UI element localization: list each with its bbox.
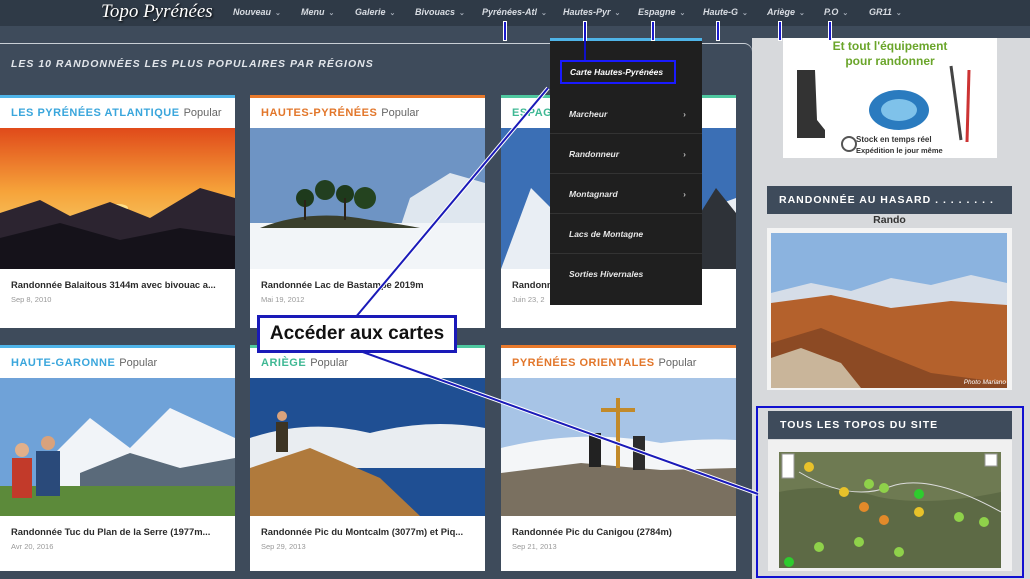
annotation-highlight-box bbox=[756, 406, 1024, 578]
card-region-label[interactable]: LES PYRÉNÉES ATLANTIQUE bbox=[11, 107, 180, 119]
top-navigation-bar: Topo Pyrénées Nouveau ⌄ Menu ⌄ Galerie ⌄ Bi… bbox=[0, 0, 1030, 26]
annotation-marker bbox=[778, 21, 782, 41]
card-header: HAUTES-PYRÉNÉES Popular bbox=[250, 98, 485, 128]
region-card-hautes-pyrenees[interactable]: HAUTES-PYRÉNÉES Popular Randonnée Lac de … bbox=[250, 95, 485, 328]
random-hike-widget: Photo Mariano bbox=[767, 228, 1012, 390]
dropdown-item-carte-hautes-pyrenees[interactable]: Carte Hautes-Pyrénées bbox=[560, 60, 676, 84]
nav-item-menu[interactable]: Menu ⌄ bbox=[301, 7, 334, 17]
lake-trees-photo bbox=[250, 128, 485, 269]
card-region-label[interactable]: PYRÉNÉES ORIENTALES bbox=[512, 357, 655, 369]
dropdown-item-sorties-hivernales[interactable]: Sorties Hivernales bbox=[550, 254, 702, 294]
card-region-label[interactable]: HAUTES-PYRÉNÉES bbox=[261, 107, 377, 119]
chevron-right-icon: › bbox=[683, 108, 686, 119]
sunset-mountain-photo bbox=[0, 128, 235, 269]
card-thumbnail[interactable] bbox=[250, 128, 485, 269]
chevron-down-icon: ⌄ bbox=[389, 10, 396, 17]
section-title: LES 10 RANDONNÉES LES PLUS POPULAIRES PA… bbox=[11, 58, 374, 70]
canigou-cross-photo bbox=[501, 378, 736, 516]
annotation-marker bbox=[503, 21, 507, 41]
summit-cloud-sea-photo bbox=[250, 378, 485, 516]
popular-label: Popular bbox=[658, 357, 697, 369]
annotation-marker bbox=[716, 21, 720, 41]
card-thumbnail[interactable] bbox=[0, 378, 235, 516]
site-logo[interactable]: Topo Pyrénées bbox=[101, 1, 213, 23]
panorama-photo[interactable] bbox=[771, 233, 1007, 388]
dropdown-item-marcheur[interactable]: Marcheur › bbox=[550, 94, 702, 134]
popular-label: Popular bbox=[183, 107, 222, 119]
chevron-down-icon: ⌄ bbox=[275, 10, 281, 17]
nav-item-gr11[interactable]: GR11 ⌄ bbox=[869, 7, 902, 17]
card-header: HAUTE-GARONNE Popular bbox=[0, 348, 235, 378]
dropdown-item-randonneur[interactable]: Randonneur › bbox=[550, 134, 702, 174]
region-card-pyrenees-orientales[interactable]: PYRÉNÉES ORIENTALES Popular Randonnée Pic… bbox=[501, 345, 736, 571]
card-date: Sep 8, 2010 bbox=[11, 295, 52, 304]
photo-credit: Photo Mariano bbox=[963, 379, 1006, 386]
card-title[interactable]: Randonnée Balaitous 3144m avec bivouac a… bbox=[0, 269, 235, 291]
ad-stock-text: Stock en temps réel bbox=[856, 135, 932, 144]
popular-label: Popular bbox=[119, 357, 158, 369]
nav-item-galerie[interactable]: Galerie ⌄ bbox=[355, 7, 395, 17]
annotation-marker bbox=[583, 21, 587, 41]
card-title[interactable]: Randonnée Pic du Montcalm (3077m) et Piq… bbox=[250, 516, 485, 538]
card-title[interactable]: Randonnée Tuc du Plan de la Serre (1977m… bbox=[0, 516, 235, 538]
nav-item-espagne[interactable]: Espagne ⌄ bbox=[638, 7, 685, 17]
equipment-ad-banner[interactable]: Et tout l'équipement pour randonner Stoc… bbox=[783, 38, 997, 158]
annotation-marker bbox=[828, 21, 832, 41]
chevron-right-icon: › bbox=[683, 188, 686, 199]
nav-item-bivouacs[interactable]: Bivouacs ⌄ bbox=[415, 7, 465, 17]
card-thumbnail[interactable] bbox=[501, 378, 736, 516]
chevron-down-icon: ⌄ bbox=[614, 10, 621, 17]
chevron-down-icon: ⌄ bbox=[328, 10, 335, 17]
card-thumbnail[interactable] bbox=[250, 378, 485, 516]
nav-item-po[interactable]: P.O ⌄ bbox=[824, 7, 848, 17]
popular-label: Popular bbox=[310, 357, 349, 369]
chevron-right-icon: › bbox=[683, 148, 686, 159]
random-hike-label: Rando bbox=[873, 214, 906, 226]
card-header: LES PYRÉNÉES ATLANTIQUE Popular bbox=[0, 98, 235, 128]
random-hike-widget-title: RANDONNÉE AU HASARD . . . . . . . . bbox=[767, 186, 1012, 214]
card-header: PYRÉNÉES ORIENTALES Popular bbox=[501, 348, 736, 378]
popular-label: Popular bbox=[381, 107, 420, 119]
nav-item-haute-g[interactable]: Haute-G ⌄ bbox=[703, 7, 748, 17]
card-region-label[interactable]: ARIÈGE bbox=[261, 357, 306, 369]
chevron-down-icon: ⌄ bbox=[742, 10, 748, 17]
region-card-pyrenees-atlantique[interactable]: LES PYRÉNÉES ATLANTIQUE Popular Randonnée… bbox=[0, 95, 235, 328]
nav-item-ariege[interactable]: Ariège ⌄ bbox=[767, 7, 805, 17]
card-date: Sep 29, 2013 bbox=[261, 542, 306, 551]
card-date: Avr 20, 2016 bbox=[11, 542, 54, 551]
card-thumbnail[interactable] bbox=[0, 128, 235, 269]
nav-item-nouveau[interactable]: Nouveau ⌄ bbox=[233, 7, 281, 17]
dropdown-item-lacs-de-montagne[interactable]: Lacs de Montagne bbox=[550, 214, 702, 254]
card-region-label[interactable]: HAUTE-GARONNE bbox=[11, 357, 115, 369]
nav-item-pyrenees-atl[interactable]: Pyrénées-Atl ⌄ bbox=[482, 7, 547, 17]
access-maps-callout: Accéder aux cartes bbox=[257, 315, 457, 353]
chevron-down-icon: ⌄ bbox=[459, 10, 465, 17]
ad-shipping-text: Expédition le jour même bbox=[856, 146, 943, 155]
annotation-marker bbox=[651, 21, 655, 41]
chevron-down-icon: ⌄ bbox=[842, 10, 849, 17]
ad-headline: Et tout l'équipement bbox=[832, 39, 948, 53]
card-date: Sep 21, 2013 bbox=[512, 542, 557, 551]
region-card-haute-garonne[interactable]: HAUTE-GARONNE Popular Randonnée Tuc du Pl… bbox=[0, 345, 235, 571]
region-card-ariege[interactable]: ARIÈGE Popular Randonnée Pic du Montcalm … bbox=[250, 345, 485, 571]
card-title[interactable]: Randonnée Pic du Canigou (2784m) bbox=[501, 516, 736, 538]
card-date: Mai 19, 2012 bbox=[261, 295, 305, 304]
hikers-snow-peaks-photo bbox=[0, 378, 235, 516]
chevron-down-icon: ⌄ bbox=[799, 10, 805, 17]
chevron-down-icon: ⌄ bbox=[895, 10, 902, 17]
nav-item-hautes-pyr[interactable]: Hautes-Pyr ⌄ bbox=[563, 7, 620, 17]
chevron-down-icon: ⌄ bbox=[541, 10, 547, 17]
chevron-down-icon: ⌄ bbox=[679, 10, 686, 17]
dropdown-item-montagnard[interactable]: Montagnard › bbox=[550, 174, 702, 214]
card-title[interactable]: Randonnée Lac de Bastampe 2019m bbox=[250, 269, 485, 291]
